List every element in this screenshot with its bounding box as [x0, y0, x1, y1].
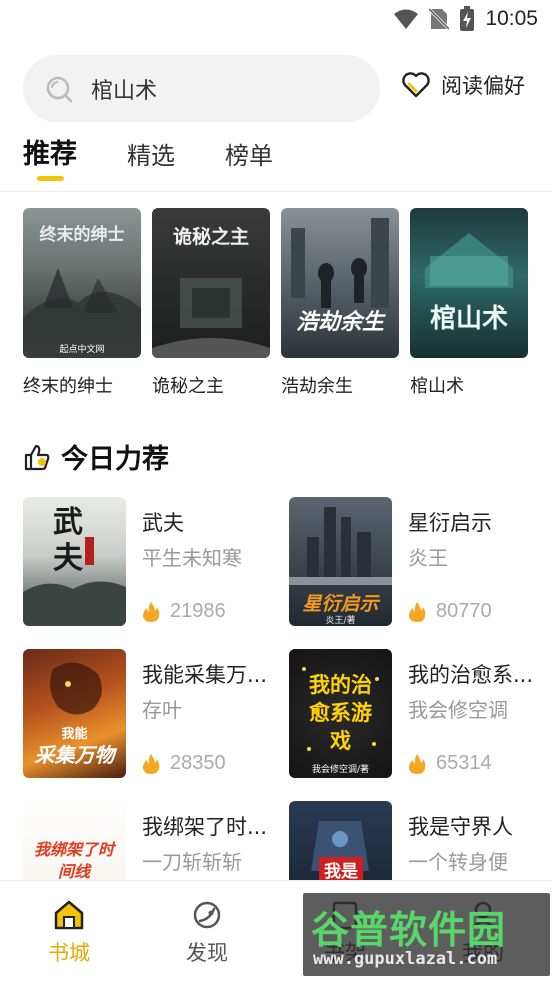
- featured-book-title: 浩劫余生: [281, 376, 353, 397]
- category-tabs: 推荐 精选 榜单: [23, 132, 323, 188]
- nav-bookstore-label: 书城: [48, 941, 90, 965]
- book-author: 存叶: [142, 698, 182, 722]
- reading-preference-button[interactable]: 阅读偏好: [401, 70, 525, 100]
- cover-title: 星衍启示: [302, 593, 379, 615]
- watermark-brand: 谷普软件园: [311, 908, 507, 952]
- tab-selected[interactable]: 精选: [127, 132, 175, 182]
- book-title: 我是守界人: [408, 815, 513, 839]
- watermark-url: www.gupuxlazal.com: [313, 949, 498, 969]
- discover-icon: [193, 901, 221, 929]
- featured-book[interactable]: 终末的绅士 起点中文网 终末的绅士: [23, 208, 141, 398]
- cover-title: 浩劫余生: [295, 310, 384, 335]
- search-input[interactable]: 棺山术: [23, 55, 380, 122]
- tab-rankings[interactable]: 榜单: [225, 132, 273, 182]
- popularity-value: 21986: [170, 600, 226, 622]
- cover-title: 我是: [319, 857, 363, 882]
- featured-book[interactable]: 棺山术 棺山术: [410, 208, 528, 398]
- nav-discover[interactable]: 发现: [138, 881, 276, 981]
- tabs-divider: [0, 191, 552, 192]
- thumbs-up-icon: [24, 444, 50, 470]
- book-item[interactable]: 武夫 武夫 平生未知寒 21986: [23, 497, 273, 627]
- search-icon: [46, 76, 73, 102]
- book-popularity: 80770: [408, 600, 492, 623]
- book-cover: 浩劫余生: [281, 208, 399, 358]
- nav-bookstore[interactable]: 书城: [0, 881, 138, 981]
- book-popularity: 65314: [408, 752, 492, 775]
- book-title: 我能采集万...: [142, 663, 268, 687]
- featured-book[interactable]: 浩劫余生 浩劫余生: [281, 208, 399, 398]
- tab-recommend[interactable]: 推荐: [23, 132, 77, 182]
- tab-selected-label: 精选: [127, 142, 175, 170]
- cover-title: 武夫: [53, 505, 83, 576]
- popularity-value: 65314: [436, 752, 492, 774]
- cover-author: 炎王/著: [325, 616, 356, 626]
- book-item[interactable]: 我的治愈系游戏 我会修空调/著 我的治愈系... 我会修空调 65314: [289, 649, 539, 779]
- book-author: 我会修空调: [408, 698, 508, 722]
- book-item[interactable]: 我能 采集万物 我能采集万... 存叶 28350: [23, 649, 273, 779]
- book-popularity: 28350: [142, 752, 226, 775]
- featured-books: 终末的绅士 起点中文网 终末的绅士 诡秘之主 诡秘之主 浩劫余生 浩劫余生 棺山…: [23, 208, 528, 398]
- flame-icon: [143, 753, 160, 774]
- cover-title: 终末的绅士: [39, 225, 125, 245]
- book-cover: 诡秘之主: [152, 208, 270, 358]
- nav-discover-label: 发现: [186, 941, 228, 965]
- flame-icon: [143, 601, 160, 622]
- cover-art: [425, 233, 513, 288]
- section-title: 今日力荐: [61, 444, 169, 475]
- popularity-value: 28350: [170, 752, 226, 774]
- cover-publisher: 起点中文网: [59, 345, 105, 355]
- home-icon: [54, 900, 84, 930]
- status-bar: 10:05: [0, 0, 552, 40]
- wifi-icon: [394, 9, 419, 29]
- no-sim-icon: [429, 7, 450, 31]
- watermark-overlay: 谷普软件园 www.gupuxlazal.com: [303, 893, 550, 976]
- cover-author: 我会修空调/著: [311, 765, 370, 775]
- section-header: 今日力荐: [23, 437, 169, 476]
- cover-title: 采集万物: [34, 743, 115, 767]
- featured-book-title: 诡秘之主: [152, 376, 224, 397]
- active-tab-indicator: [37, 176, 64, 181]
- book-cover: 我能 采集万物: [23, 649, 126, 778]
- book-cover: 武夫: [23, 497, 126, 626]
- cover-title: 诡秘之主: [172, 226, 249, 248]
- tab-rankings-label: 榜单: [225, 142, 273, 170]
- flame-icon: [409, 753, 426, 774]
- book-popularity: 21986: [142, 600, 226, 623]
- flame-icon: [409, 601, 426, 622]
- cover-title: 我绑架了时间线: [33, 840, 114, 881]
- reading-preference-label: 阅读偏好: [441, 74, 525, 98]
- cover-title: 我的治愈系游戏: [309, 673, 372, 753]
- book-author: 一个转身便: [408, 850, 508, 874]
- book-title: 我绑架了时...: [142, 815, 268, 839]
- book-item[interactable]: 星衍启示 炎王/著 星衍启示 炎王 80770: [289, 497, 539, 627]
- featured-book-title: 终末的绅士: [23, 376, 113, 397]
- search-query: 棺山术: [91, 78, 158, 104]
- cover-title: 棺山术: [429, 304, 508, 334]
- clock: 10:05: [485, 7, 538, 30]
- book-author: 炎王: [408, 546, 448, 570]
- tab-recommend-label: 推荐: [23, 139, 77, 170]
- battery-charging-icon: [460, 6, 475, 31]
- popularity-value: 80770: [436, 600, 492, 622]
- book-cover: 终末的绅士 起点中文网: [23, 208, 141, 358]
- book-title: 我的治愈系...: [408, 663, 534, 687]
- heart-icon: [402, 72, 430, 98]
- featured-book-title: 棺山术: [410, 376, 464, 397]
- book-cover: 星衍启示 炎王/著: [289, 497, 392, 626]
- book-title: 星衍启示: [408, 511, 492, 535]
- book-cover: 我的治愈系游戏 我会修空调/著: [289, 649, 392, 778]
- book-author: 平生未知寒: [142, 546, 242, 570]
- book-author: 一刀斩斩斩: [142, 850, 242, 874]
- featured-book[interactable]: 诡秘之主 诡秘之主: [152, 208, 270, 398]
- book-cover: 棺山术: [410, 208, 528, 358]
- book-title: 武夫: [142, 511, 184, 535]
